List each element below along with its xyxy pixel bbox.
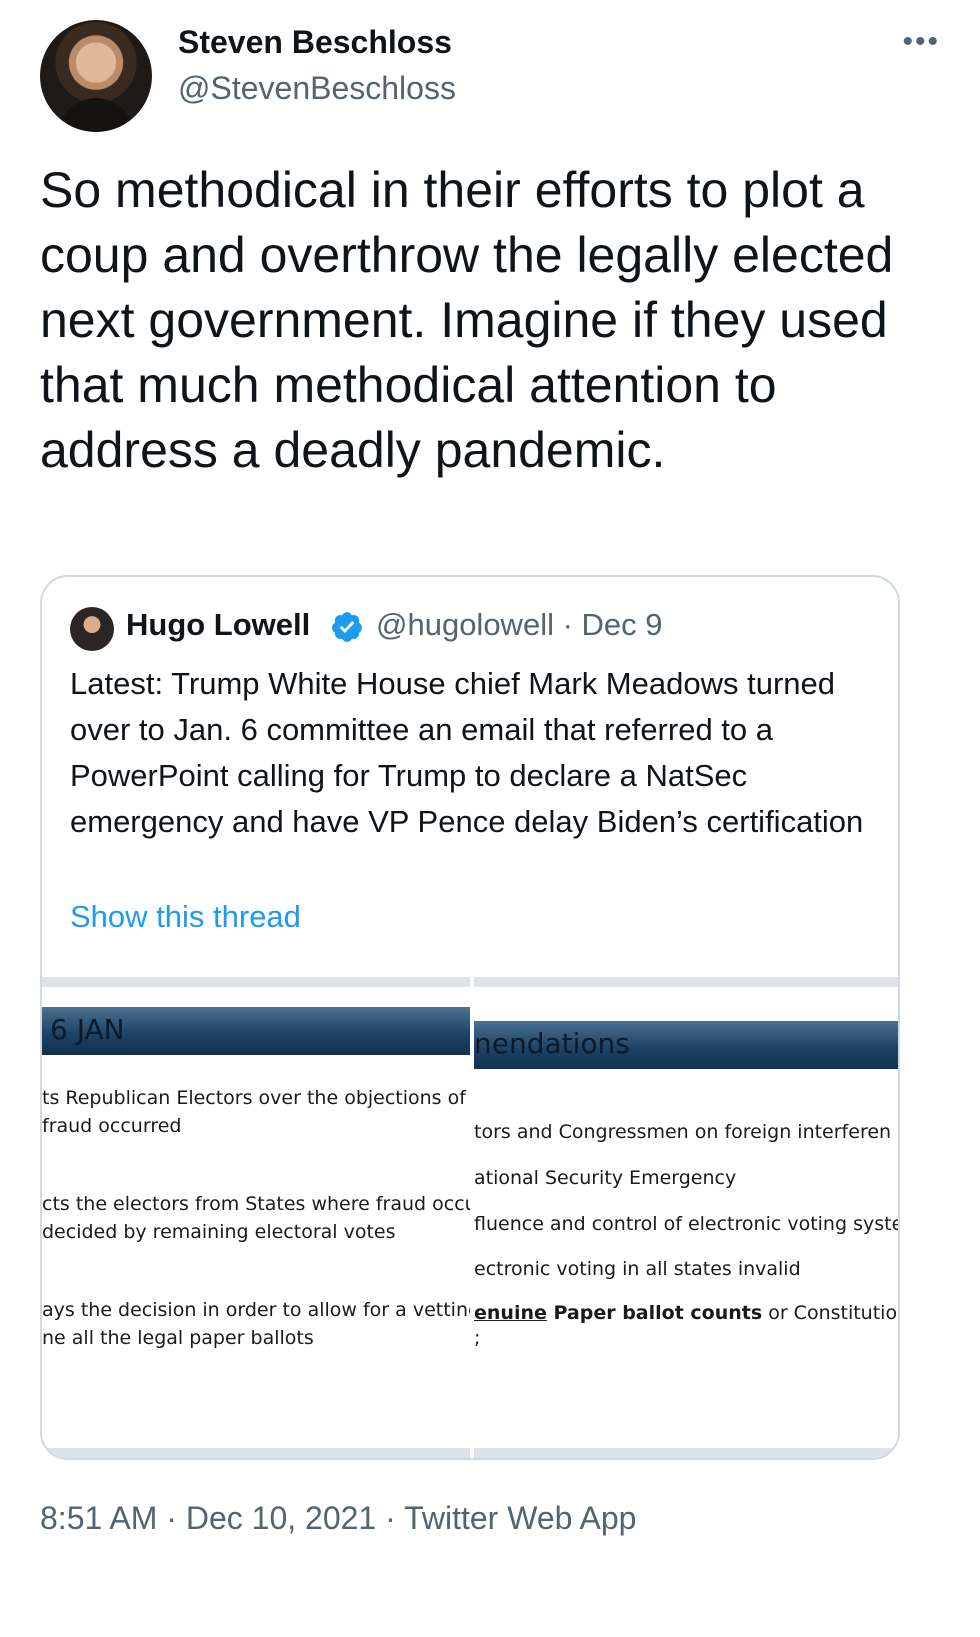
- slide-line: fluence and control of electronic voting…: [474, 1213, 900, 1235]
- slide-line: ays the decision in order to allow for a…: [42, 1299, 470, 1321]
- author-display-name[interactable]: Steven Beschloss: [178, 24, 452, 61]
- verified-badge-icon: [332, 612, 362, 642]
- tweet-text: So methodical in their efforts to plot a…: [40, 162, 908, 478]
- slide-bottom-band: [42, 1448, 470, 1458]
- slide-bold-phrase: Paper ballot counts: [546, 1302, 763, 1324]
- slide-line-tail: or Constitutional rem: [768, 1302, 898, 1324]
- slide-line: cts the electors from States where fraud…: [42, 1193, 470, 1215]
- slide-top-band: [42, 977, 470, 987]
- slide-image-right[interactable]: nendations tors and Congressmen on forei…: [474, 977, 900, 1458]
- slide-line: decided by remaining electoral votes: [42, 1221, 396, 1243]
- slide-bottom-band: [474, 1448, 898, 1458]
- slide-title: nendations: [474, 1027, 630, 1060]
- slide-image-left[interactable]: 6 JAN ts Republican Electors over the ob…: [42, 977, 470, 1458]
- tweet-timestamp[interactable]: 8:51 AM · Dec 10, 2021 · Twitter Web App: [40, 1500, 636, 1537]
- quoted-tweet-text: Latest: Trump White House chief Mark Mea…: [70, 666, 864, 839]
- quoted-tweet-card[interactable]: Hugo Lowell @hugolowell · Dec 9 Latest: …: [40, 575, 900, 1460]
- slide-line: enuine Paper ballot counts or Constituti…: [474, 1302, 898, 1324]
- author-avatar[interactable]: [40, 20, 152, 132]
- slide-line: ts Republican Electors over the objectio…: [42, 1087, 470, 1109]
- slide-line: ectronic voting in all states invalid: [474, 1258, 801, 1280]
- quoted-author-avatar[interactable]: [70, 607, 114, 651]
- more-options-icon[interactable]: •••: [900, 27, 940, 57]
- slide-title-bar: 6 JAN: [42, 1007, 470, 1055]
- quoted-author-name[interactable]: Hugo Lowell: [126, 607, 310, 643]
- tweet-header: Steven Beschloss @StevenBeschloss •••: [40, 20, 940, 132]
- slide-top-band: [474, 977, 898, 987]
- slide-title-bar: nendations: [474, 1021, 898, 1069]
- slide-title: 6 JAN: [50, 1013, 125, 1046]
- quoted-media[interactable]: 6 JAN ts Republican Electors over the ob…: [42, 977, 900, 1458]
- slide-line: ne all the legal paper ballots: [42, 1327, 314, 1349]
- slide-line: ;: [474, 1327, 481, 1349]
- quoted-handle-date[interactable]: @hugolowell · Dec 9: [376, 607, 663, 643]
- slide-line: ational Security Emergency: [474, 1167, 737, 1189]
- author-handle[interactable]: @StevenBeschloss: [178, 70, 456, 107]
- slide-line: fraud occurred: [42, 1115, 182, 1137]
- slide-underlined-word: enuine: [474, 1302, 547, 1324]
- show-thread-link[interactable]: Show this thread: [70, 899, 301, 935]
- slide-line: tors and Congressmen on foreign interfer…: [474, 1121, 892, 1143]
